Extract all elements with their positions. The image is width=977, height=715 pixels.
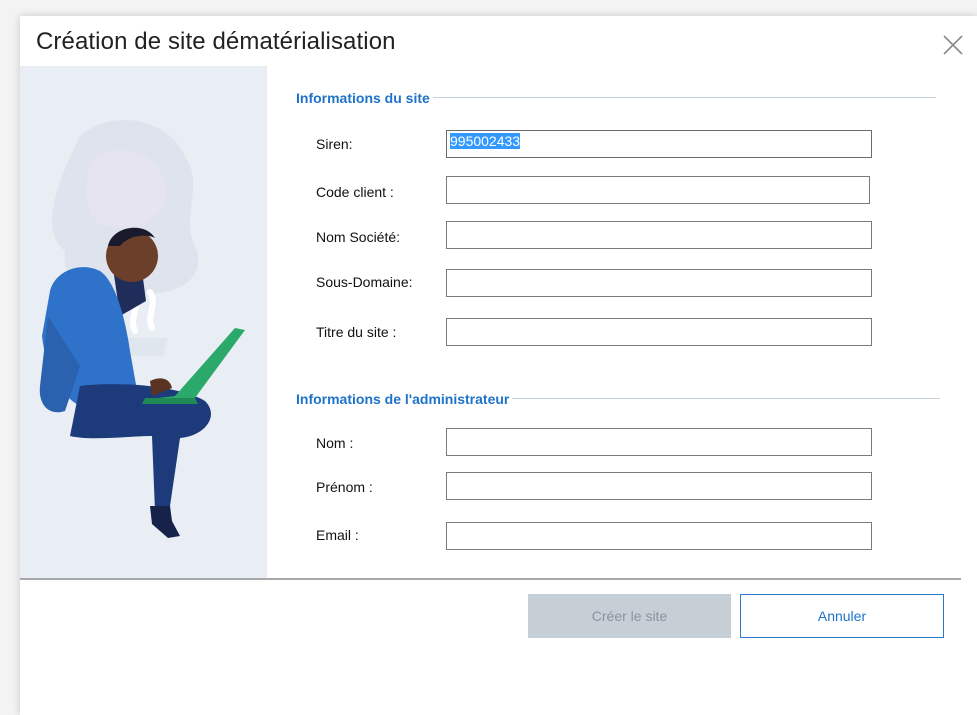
sous-domaine-field[interactable] bbox=[446, 269, 872, 297]
nom-label: Nom : bbox=[316, 435, 354, 451]
titre-site-field[interactable] bbox=[446, 318, 872, 346]
email-label: Email : bbox=[316, 527, 359, 543]
siren-field[interactable]: 995002433 bbox=[446, 130, 872, 158]
person-with-laptop-illustration bbox=[20, 66, 267, 580]
dialog-titlebar: Création de site dématérialisation bbox=[20, 16, 977, 66]
nom-field[interactable] bbox=[446, 428, 872, 456]
nom-societe-label: Nom Société: bbox=[316, 229, 401, 245]
sous-domaine-label: Sous-Domaine: bbox=[316, 274, 413, 290]
siren-label: Siren: bbox=[316, 136, 353, 152]
nom-societe-field[interactable] bbox=[446, 221, 872, 249]
code-client-label: Code client : bbox=[316, 184, 394, 200]
footer-separator bbox=[20, 578, 961, 580]
titre-site-label: Titre du site : bbox=[316, 324, 397, 340]
email-field[interactable] bbox=[446, 522, 872, 550]
admin-info-group-title: Informations de l'administrateur bbox=[296, 391, 513, 407]
code-client-field[interactable] bbox=[446, 176, 870, 204]
create-site-button[interactable]: Créer le site bbox=[528, 594, 731, 638]
site-info-group-title: Informations du site bbox=[296, 90, 433, 106]
dialog-title: Création de site dématérialisation bbox=[36, 28, 396, 55]
prenom-field[interactable] bbox=[446, 472, 872, 500]
siren-field-value: 995002433 bbox=[450, 133, 521, 149]
close-icon[interactable] bbox=[940, 32, 966, 58]
illustration-graphic bbox=[39, 119, 245, 538]
prenom-label: Prénom : bbox=[316, 479, 373, 495]
cancel-button[interactable]: Annuler bbox=[740, 594, 944, 638]
dialog-window: Création de site dématérialisation Infor… bbox=[20, 16, 977, 715]
